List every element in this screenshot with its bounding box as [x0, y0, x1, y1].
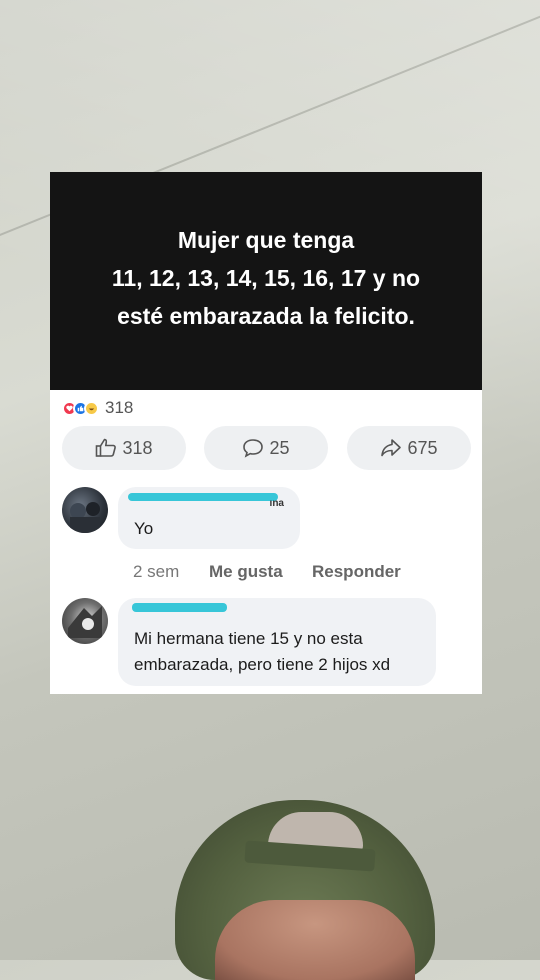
commenter-avatar[interactable]	[62, 487, 108, 533]
haha-icon	[84, 400, 99, 416]
redacted-name	[132, 603, 227, 612]
share-button[interactable]: 675	[347, 426, 471, 470]
avatar-photo	[68, 606, 102, 638]
comment-time: 2 sem	[133, 562, 180, 581]
comment-text: Mi hermana tiene 15 y no esta embarazada…	[134, 626, 390, 678]
like-comment-link[interactable]: Me gusta	[209, 562, 283, 582]
person-forehead	[215, 900, 415, 980]
comment-count: 25	[269, 437, 290, 458]
comment-text-line-1: Mi hermana tiene 15 y no esta	[134, 629, 363, 648]
comment-icon	[243, 439, 264, 458]
post-text-line-3: esté embarazada la felicito.	[117, 303, 415, 329]
post-text: Mujer que tenga 11, 12, 13, 14, 15, 16, …	[56, 221, 476, 335]
share-arrow-icon	[381, 439, 402, 457]
comment-text-line-2: embarazada, pero tiene 2 hijos xd	[134, 655, 391, 674]
facebook-post-screenshot: Mujer que tenga 11, 12, 13, 14, 15, 16, …	[50, 172, 482, 694]
comment-button[interactable]: 25	[204, 426, 328, 470]
avatar-photo	[70, 502, 100, 533]
reaction-count: 318	[105, 398, 134, 417]
reaction-summary[interactable]: 318	[62, 398, 133, 418]
post-text-line-1: Mujer que tenga	[177, 227, 355, 253]
like-count: 318	[122, 437, 153, 458]
comment-bubble[interactable]: Mi hermana tiene 15 y no esta embarazada…	[118, 598, 436, 686]
post-text-banner: Mujer que tenga 11, 12, 13, 14, 15, 16, …	[50, 172, 482, 390]
comment-text: Yo	[134, 519, 154, 538]
redacted-name	[128, 493, 278, 501]
reply-link[interactable]: Responder	[312, 562, 401, 582]
share-count: 675	[407, 437, 438, 458]
thumbs-up-icon	[96, 438, 117, 457]
post-text-line-2: 11, 12, 13, 14, 15, 16, 17 y no	[111, 265, 421, 291]
like-button[interactable]: 318	[62, 426, 186, 470]
comment-bubble[interactable]: ına Yo	[118, 487, 300, 549]
commenter-avatar[interactable]	[62, 598, 108, 644]
name-fragment: ına	[269, 498, 284, 509]
